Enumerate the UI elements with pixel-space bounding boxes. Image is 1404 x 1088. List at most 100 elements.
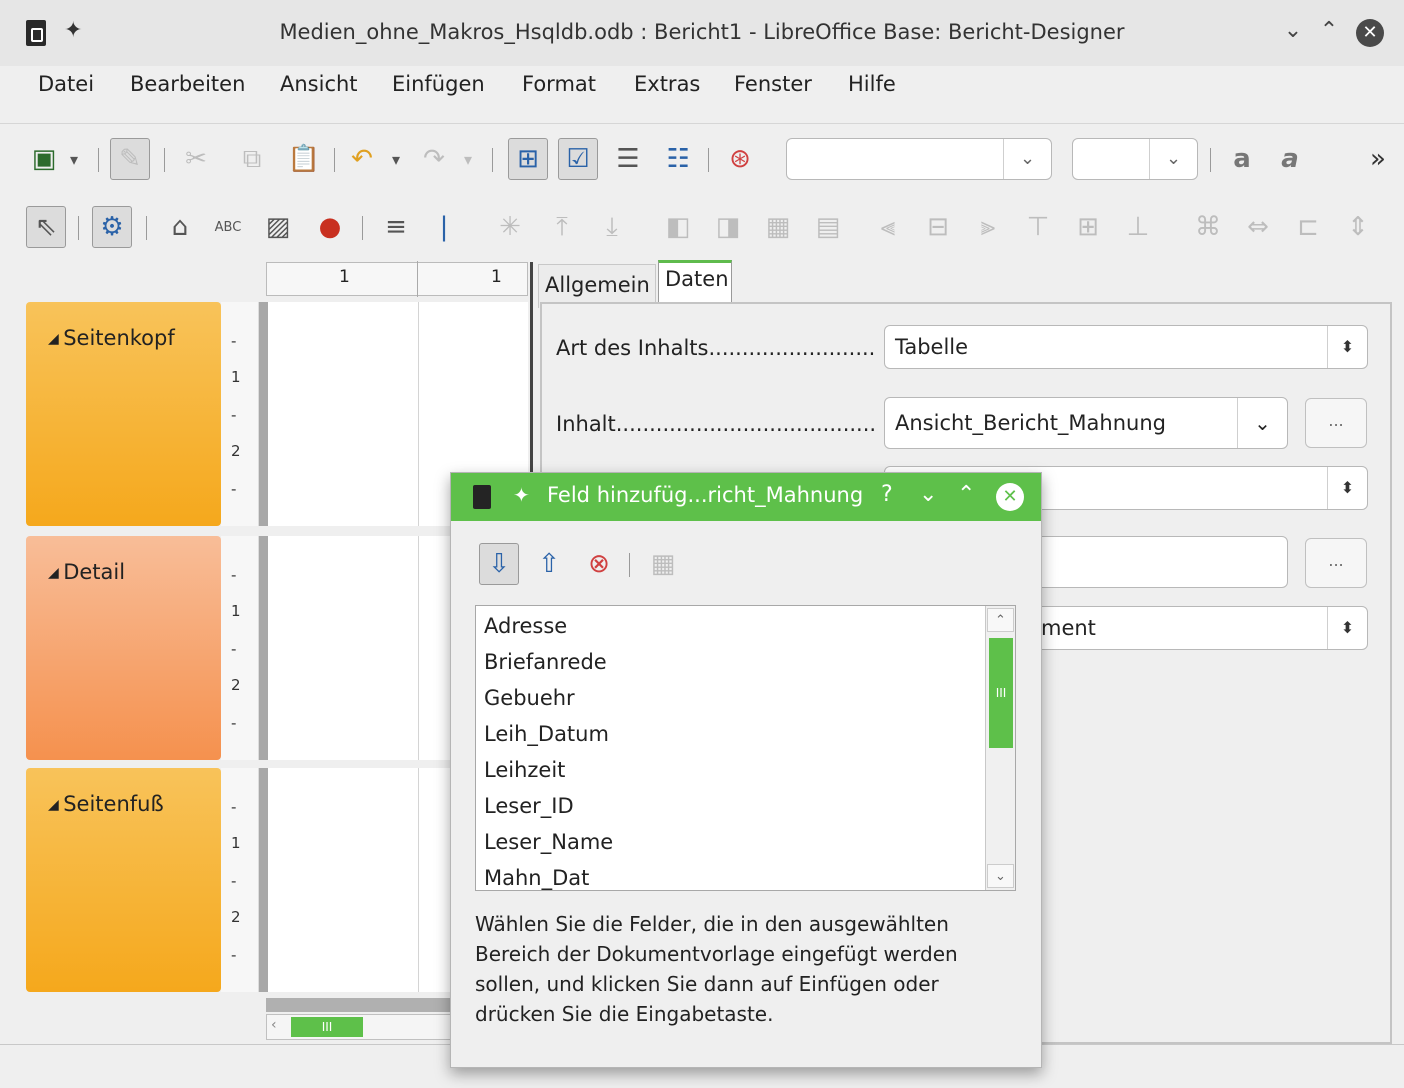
insert-table-icon[interactable]: ▦ [643,543,683,585]
list-item[interactable]: Leser_Name [484,830,613,854]
inhalt-combo[interactable]: Ansicht_Bericht_Mahnung ⌄ [884,397,1288,449]
align-top-icon[interactable]: ⤒ [542,206,582,248]
ruler-label-a: 1 [339,267,350,287]
bring-front-icon[interactable]: ◧ [658,206,698,248]
maximize-icon[interactable]: ⌃ [957,482,975,507]
properties-icon[interactable]: ☑ [558,138,598,180]
chevron-down-icon[interactable]: ⌄ [1237,398,1287,448]
align-top2-icon[interactable]: ⊤ [1018,206,1058,248]
list-scrollbar[interactable]: ⌃ III ⌄ [985,606,1015,890]
list-item[interactable]: Leihzeit [484,758,565,782]
add-field-control-icon[interactable]: ⚙ [92,206,132,248]
menu-bearbeiten[interactable]: Bearbeiten [130,72,245,96]
fit-height-icon[interactable]: ⇕ [1338,206,1378,248]
spin-icon: ⬍ [1327,467,1367,509]
close-icon[interactable]: ✕ [996,483,1024,511]
label-tag-icon[interactable]: ⌂ [160,206,200,248]
image-icon[interactable]: ▨ [258,206,298,248]
pin-icon[interactable]: ✦ [513,483,530,507]
section-label: Seitenfuß [48,792,163,816]
shrink-icon[interactable]: ▦ [758,206,798,248]
scroll-left-icon[interactable]: ‹ [271,1017,277,1033]
list-item[interactable]: Gebuehr [484,686,575,710]
field-list[interactable]: Adresse Briefanrede Gebuehr Leih_Datum L… [475,605,1016,891]
save-icon[interactable]: ▣ [24,138,64,180]
inhalt-value: Ansicht_Bericht_Mahnung [895,411,1166,435]
shrink-height-icon[interactable]: ▤ [808,206,848,248]
add-field-icon[interactable]: ⊞ [508,138,548,180]
font-name-combo[interactable]: ⌄ [786,138,1052,180]
list-item[interactable]: Adresse [484,614,567,638]
menu-ansicht[interactable]: Ansicht [280,72,358,96]
redo-icon[interactable]: ↷ [414,138,454,180]
tab-daten[interactable]: Daten [658,260,732,304]
sorting-grouping-icon[interactable]: ☰ [608,138,648,180]
inhalt-browse-button[interactable]: ... [1305,398,1367,448]
horizontal-scrollbar[interactable]: ‹ III [266,1014,456,1040]
scroll-thumb[interactable]: III [989,638,1013,748]
fit-width-icon[interactable]: ⊏ [1288,206,1328,248]
scroll-thumb[interactable]: III [291,1017,363,1037]
ruler-label-b: 1 [491,267,502,287]
scroll-up-icon[interactable]: ⌃ [987,608,1014,632]
sort-descending-icon[interactable]: ⇧ [529,543,569,585]
more-toolbar-icon[interactable]: » [1358,138,1398,180]
menu-format[interactable]: Format [522,72,596,96]
menu-hilfe[interactable]: Hilfe [848,72,896,96]
bold-icon[interactable]: a [1222,138,1262,180]
paste-icon[interactable]: 📋 [284,138,324,180]
font-size-combo[interactable]: ⌄ [1072,138,1198,180]
section-label: Seitenkopf [48,326,175,350]
list-item[interactable]: Leser_ID [484,794,574,818]
vertical-line-icon[interactable]: | [424,206,464,248]
select-pointer-icon[interactable]: ⇖ [26,206,66,248]
art-des-inhalts-select[interactable]: Tabelle ⬍ [884,325,1368,369]
window-title: Medien_ohne_Makros_Hsqldb.odb : Bericht1… [279,20,1125,44]
menu-fenster[interactable]: Fenster [734,72,812,96]
help-icon[interactable]: ? [881,482,893,507]
menu-datei[interactable]: Datei [38,72,94,96]
italic-icon[interactable]: a [1270,138,1310,180]
chart-icon[interactable]: ● [310,206,350,248]
list-item[interactable]: Leih_Datum [484,722,609,746]
align-center-icon[interactable]: ⊟ [918,206,958,248]
align-right-icon[interactable]: ⫸ [968,206,1008,248]
scroll-down-icon[interactable]: ⌄ [987,864,1014,888]
report-navigator-icon[interactable]: ☷ [658,138,698,180]
align-bottom-icon[interactable]: ⤓ [592,206,632,248]
close-icon[interactable]: ✕ [1356,19,1384,47]
horizontal-line-icon[interactable]: ≡ [376,206,416,248]
section-detail[interactable]: Detail [26,536,221,760]
cut-icon[interactable]: ✂ [176,138,216,180]
list-item[interactable]: Briefanrede [484,650,607,674]
copy-icon[interactable]: ⧉ [232,138,272,180]
menubar: Datei Bearbeiten Ansicht Einfügen Format… [0,66,1404,124]
undo-icon[interactable]: ↶ [342,138,382,180]
sort-ascending-icon[interactable]: ⇩ [479,543,519,585]
save-dropdown-icon[interactable]: ▾ [62,138,86,180]
help-lifebuoy-icon[interactable]: ⊛ [720,138,760,180]
minimize-icon[interactable]: ⌄ [1278,16,1308,46]
edit-mode-icon[interactable]: ✎ [110,138,150,180]
align-left-icon[interactable]: ⫷ [868,206,908,248]
resize-icon[interactable]: ⇔ [1238,206,1278,248]
align-middle-icon[interactable]: ⊞ [1068,206,1108,248]
distribute-icon[interactable]: ⌘ [1188,206,1228,248]
minimize-icon[interactable]: ⌄ [919,482,937,507]
section-label: Detail [48,560,125,584]
text-field-icon[interactable]: ABC [208,206,248,248]
menu-extras[interactable]: Extras [634,72,700,96]
art-des-inhalts-label: Art des Inhalts......................... [556,336,876,360]
maximize-icon[interactable]: ⌃ [1314,16,1344,46]
property-browse-button[interactable]: ... [1305,538,1367,588]
redo-dropdown-icon[interactable]: ▾ [456,138,480,180]
list-item[interactable]: Mahn_Dat [484,866,589,890]
section-seitenfuss[interactable]: Seitenfuß [26,768,221,992]
align-bottom2-icon[interactable]: ⊥ [1118,206,1158,248]
remove-filter-icon[interactable]: ⊗ [579,543,619,585]
section-seitenkopf[interactable]: Seitenkopf [26,302,221,526]
snap-icon[interactable]: ✳ [490,206,530,248]
menu-einfuegen[interactable]: Einfügen [392,72,485,96]
undo-dropdown-icon[interactable]: ▾ [384,138,408,180]
send-back-icon[interactable]: ◨ [708,206,748,248]
